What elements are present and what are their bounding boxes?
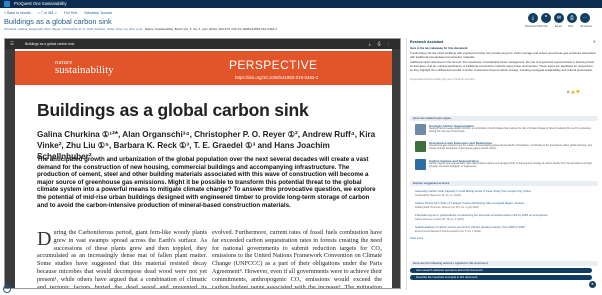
drop-cap: D [37, 228, 52, 250]
download-icon: ⤓ [531, 15, 535, 21]
doc-source: Nature Sustainability; Berlin Vol. 3, Is… [144, 27, 277, 31]
pdf-toolbar: ☰ Buildings as a global carbon sink ⤓ ⎙ … [5, 39, 400, 49]
describe-concepts-button[interactable]: Describe the important concepts in this … [410, 275, 592, 280]
pdf-viewer[interactable]: ☰ Buildings as a global carbon sink ⤓ ⎙ … [4, 38, 401, 289]
doc-authors[interactable]: Churkina, Galina; Organschi, Alan; Reyer… [4, 27, 143, 31]
source-item[interactable]: Spatial analysis of carbon source and si… [415, 225, 595, 233]
doc-citation: Churkina, Galina; Organschi, Alan; Reyer… [4, 27, 277, 31]
source-meta: Environmental Research Communications Vo… [415, 229, 481, 233]
source-meta: Doklady Earth Sciences; Moscow Vol. 515,… [415, 205, 479, 209]
body-column-1: D uring the Carboniferous period, giant … [37, 228, 207, 289]
ask-questions-button[interactable]: Ask research assistant questions about t… [410, 268, 592, 273]
source-item[interactable]: Potential long-term, global effects of e… [415, 213, 595, 221]
feedback-icons[interactable]: ⧉ 👍 👎 [567, 90, 580, 94]
source-title[interactable]: Spatial analysis of carbon source and si… [415, 225, 595, 229]
pdf-toolbar-icons[interactable]: ⤓ ⎙ ⋮ [369, 41, 392, 46]
article-title: Buildings as a global carbon sink [37, 100, 309, 120]
source-item[interactable]: Assessing Carbon Sink Capacity in Coal M… [415, 189, 595, 197]
ai-disclaimer: AI-generated content quality may vary. C… [410, 78, 476, 81]
topic-card[interactable]: Geologic Carbon Sequestration Geologic c… [415, 124, 595, 136]
takeaway-text: Constructing mid-rise urban buildings wi… [410, 51, 596, 59]
section-label: PERSPECTIVE [229, 58, 318, 72]
print-button[interactable]: ⎙ [567, 13, 577, 23]
back-to-results-link[interactable]: < Back to results [4, 11, 31, 15]
pdf-page: nature sustainability PERSPECTIVE https:… [15, 49, 392, 289]
close-icon[interactable]: ✕ [593, 39, 596, 44]
article-abstract: The anticipated growth and urbanization … [37, 156, 376, 209]
source-title[interactable]: Potential long-term, global effects of e… [415, 213, 595, 217]
download-pdf-button[interactable]: ⤓ [528, 13, 538, 23]
more-icon: ⋯ [582, 15, 588, 21]
actions-applied-header: Here are the following actions I applied… [410, 261, 598, 266]
takeaway-topics: Additional topics discussed in the text … [410, 60, 595, 72]
doi-link[interactable]: https://doi.org/10.1038/s41893-019-0462-… [235, 75, 318, 80]
body-text-1: uring the Carboniferous period, giant fe… [37, 229, 207, 289]
page-title: Buildings as a global carbon sink [4, 17, 112, 26]
app-title[interactable]: ProQuest One Sustainability [14, 1, 67, 6]
assistant-title: Research Assistant [410, 40, 444, 44]
pdf-title: Buildings as a global carbon sink [25, 42, 75, 46]
breadcrumb: < Back to results < 7 of 461 > Full Text… [4, 11, 118, 15]
source-meta: Nature Reviews; London Vol. 16, Iss. 2 (… [415, 217, 464, 221]
source-item[interactable]: Carbon Fluxes from Soils of "Lekaga" Car… [415, 201, 595, 209]
journal-banner: nature sustainability PERSPECTIVE https:… [15, 51, 392, 85]
topic-thumbnail [415, 124, 426, 135]
topic-desc: Greenhouse gas emissions are the release… [429, 144, 592, 150]
mail-icon: ✉ [556, 15, 562, 21]
topic-thumbnail [415, 159, 426, 170]
doc-type-label: Scholarly Journal [84, 11, 112, 15]
quote-icon: ❞ [544, 15, 548, 21]
source-title[interactable]: Carbon Fluxes from Soils of "Lekaga" Car… [415, 201, 595, 205]
print-label: Print [568, 25, 574, 28]
help-icon[interactable]: ? [3, 285, 11, 293]
email-label: Email [555, 25, 562, 28]
all-options-label: All options [580, 25, 592, 28]
source-title[interactable]: Assessing Carbon Sink Capacity in Coal M… [415, 189, 595, 193]
send-icon[interactable]: ➤ [589, 281, 596, 288]
research-assistant-panel: Research Assistant ✕ Here is the key tak… [406, 38, 600, 290]
download-pdf-label: Download PDF [525, 25, 543, 28]
full-text-label: Full Text [63, 11, 78, 15]
body-column-2: evolved. Furthermore, current rates of f… [212, 229, 382, 289]
source-meta: Sustainability: Basel Vol. 16, Iss. 11, … [415, 193, 461, 197]
topic-desc: Carbon capture and sequestration, also c… [429, 162, 592, 168]
topic-card[interactable]: Greenhouse Gas Emissions and Reductions … [415, 141, 595, 153]
topic-desc: Geologic carbon sequestration (GCS) is a… [429, 127, 591, 133]
topic-card[interactable]: Carbon Capture and Sequestration Carbon … [415, 159, 595, 171]
print-icon: ⎙ [569, 15, 574, 21]
takeaway-label: Here is the key takeaway for this docume… [410, 46, 469, 50]
view-more-link[interactable]: View more [410, 236, 596, 240]
suggested-sources-header: Explore suggested sources [410, 181, 598, 186]
all-options-button[interactable]: ⋯ [580, 13, 590, 23]
result-pager[interactable]: < 7 of 461 > [38, 11, 57, 15]
menu-icon[interactable]: ☰ [10, 41, 14, 47]
topic-thumbnail [415, 141, 426, 152]
cite-label: Cite [543, 25, 548, 28]
related-topics-header: Here are related topic pages [410, 116, 598, 121]
journal-logo: nature sustainability [55, 59, 114, 76]
proquest-logo-icon[interactable] [4, 1, 10, 7]
email-button[interactable]: ✉ [554, 13, 564, 23]
app-header: ProQuest One Sustainability [0, 0, 602, 8]
cite-button[interactable]: ❞ [541, 13, 551, 23]
